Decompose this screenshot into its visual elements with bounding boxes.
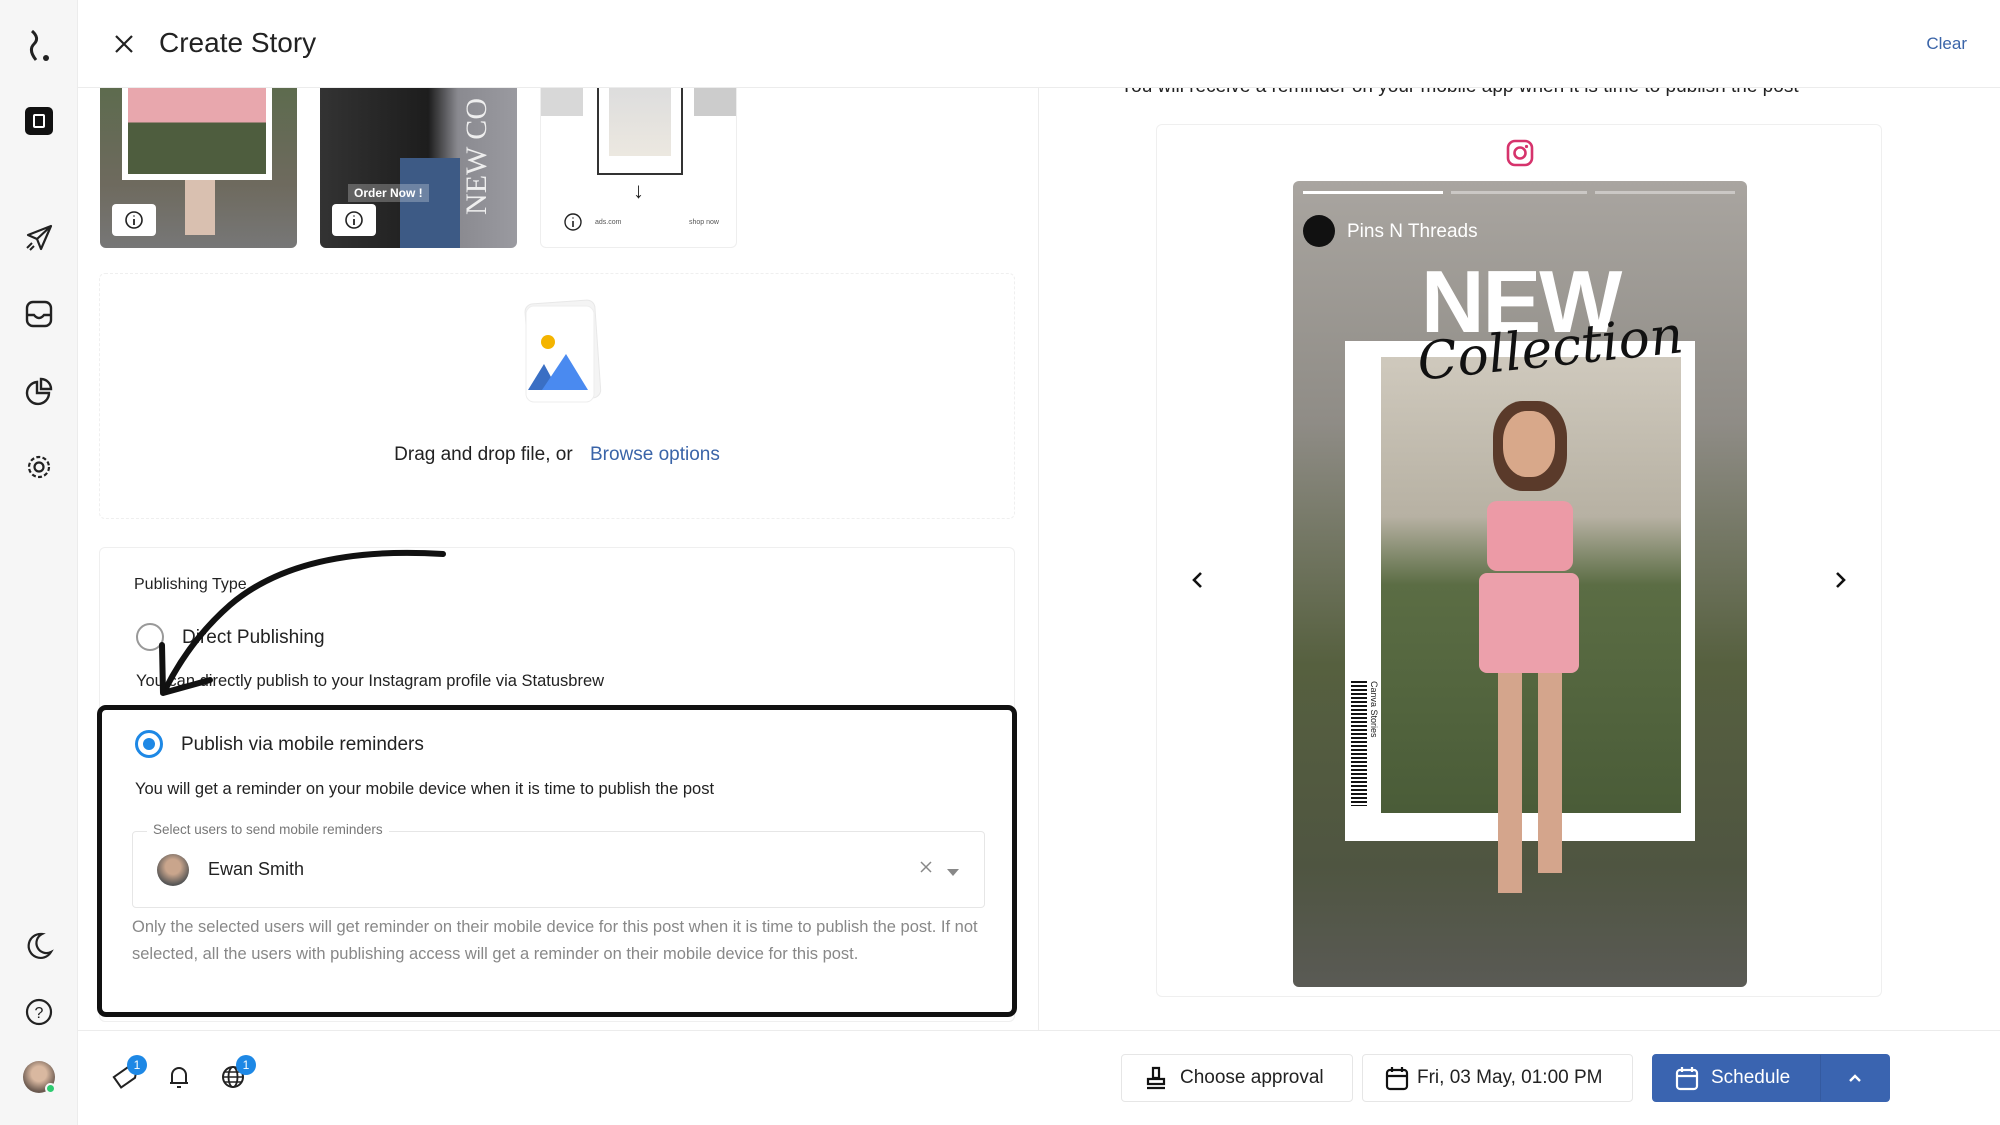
media-thumbnail[interactable]: ↓ ads.com shop now	[540, 88, 737, 248]
direct-publishing-radio[interactable]	[136, 623, 164, 651]
account-avatar	[1303, 215, 1335, 247]
statusbrew-logo-icon[interactable]	[22, 29, 56, 63]
info-icon[interactable]	[332, 204, 376, 236]
user-avatar	[157, 854, 189, 886]
file-dropzone[interactable]: Drag and drop file, or Browse options	[99, 273, 1015, 519]
tag-badge: 1	[127, 1055, 147, 1075]
info-icon[interactable]	[563, 212, 583, 237]
reminder-users-select[interactable]: Select users to send mobile reminders Ew…	[132, 822, 985, 908]
inbox-icon[interactable]	[22, 297, 56, 331]
next-arrow-icon[interactable]	[1833, 570, 1849, 595]
chevron-up-icon	[1848, 1073, 1862, 1083]
clear-button[interactable]: Clear	[1926, 34, 1967, 54]
approval-label: Choose approval	[1180, 1067, 1324, 1088]
mobile-reminders-radio[interactable]	[135, 730, 163, 758]
globe-badge: 1	[236, 1055, 256, 1075]
mobile-reminders-label[interactable]: Publish via mobile reminders	[181, 734, 424, 756]
approval-stamp-icon	[1144, 1065, 1168, 1091]
chevron-down-icon[interactable]	[947, 864, 959, 882]
panel-divider	[1038, 88, 1039, 1030]
clear-selection-icon[interactable]	[919, 860, 933, 879]
direct-publishing-description: You can directly publish to your Instagr…	[136, 672, 605, 690]
thumbnail-text: shop now	[689, 219, 719, 226]
schedule-date-label: Fri, 03 May, 01:00 PM	[1417, 1067, 1603, 1088]
thumbnail-side-text: NEW CO	[460, 98, 493, 215]
schedule-label: Schedule	[1711, 1067, 1791, 1088]
svg-text:?: ?	[35, 1005, 44, 1022]
info-icon[interactable]	[112, 204, 156, 236]
choose-approval-button[interactable]: Choose approval	[1121, 1054, 1353, 1102]
user-avatar[interactable]	[22, 1060, 56, 1094]
media-thumbnail[interactable]	[100, 88, 297, 248]
schedule-date-button[interactable]: Fri, 03 May, 01:00 PM	[1362, 1054, 1633, 1102]
publishing-type-label: Publishing Type	[134, 576, 247, 593]
header: Create Story Clear	[78, 0, 2000, 88]
dark-mode-moon-icon[interactable]	[22, 929, 56, 963]
mobile-reminders-highlight: Publish via mobile reminders You will ge…	[97, 705, 1017, 1017]
schedule-button[interactable]: Schedule	[1652, 1054, 1820, 1102]
selected-user-name: Ewan Smith	[208, 859, 305, 879]
close-icon[interactable]	[112, 32, 136, 61]
story-side-text: Canva Stories	[1369, 681, 1379, 738]
direct-publishing-label[interactable]: Direct Publishing	[182, 627, 325, 649]
browse-options-link[interactable]: Browse options	[590, 444, 720, 465]
reminder-help-text: Only the selected users will get reminde…	[132, 918, 978, 963]
instagram-icon	[1506, 139, 1534, 172]
previous-arrow-icon[interactable]	[1189, 570, 1205, 595]
mobile-reminders-description: You will get a reminder on your mobile d…	[135, 780, 715, 798]
media-thumbnail[interactable]: Order Now ! NEW CO	[320, 88, 517, 248]
brand-workspace-icon[interactable]	[22, 104, 56, 138]
calendar-icon	[1385, 1065, 1409, 1091]
thumbnail-text: ads.com	[595, 219, 622, 226]
help-icon[interactable]: ?	[22, 995, 56, 1029]
select-users-label: Select users to send mobile reminders	[147, 822, 389, 837]
footer-divider	[78, 1030, 2000, 1031]
story-image: Pins N Threads NEW Collection Canva Stor…	[1293, 181, 1747, 987]
schedule-options-button[interactable]	[1820, 1054, 1890, 1102]
account-name: Pins N Threads	[1347, 221, 1478, 242]
calendar-icon	[1675, 1065, 1699, 1091]
sidebar: ?	[0, 0, 78, 1125]
page-title: Create Story	[159, 27, 317, 58]
dropzone-text: Drag and drop file, or	[394, 444, 573, 465]
image-upload-icon	[516, 298, 606, 413]
publish-send-icon[interactable]	[22, 221, 56, 255]
notification-bell-icon[interactable]	[166, 1064, 192, 1095]
analytics-pie-icon[interactable]	[22, 374, 56, 408]
story-preview-card: Pins N Threads NEW Collection Canva Stor…	[1156, 124, 1882, 997]
settings-gear-icon[interactable]	[22, 450, 56, 484]
thumbnail-overlay-text: Order Now !	[348, 184, 429, 202]
